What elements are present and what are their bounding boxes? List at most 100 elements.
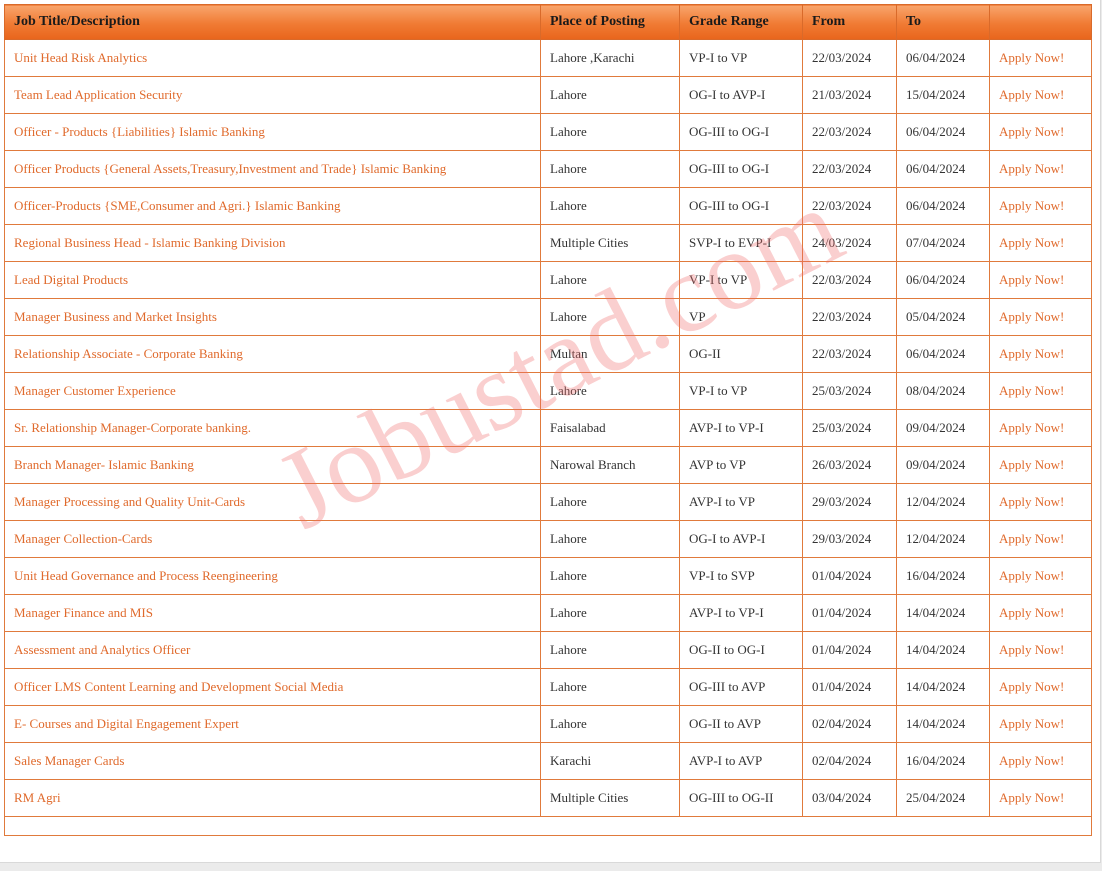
apply-now-link[interactable]: Apply Now! — [989, 76, 1092, 114]
apply-now-link[interactable]: Apply Now! — [989, 705, 1092, 743]
to-date: 14/04/2024 — [896, 705, 990, 743]
job-title-link[interactable]: Regional Business Head - Islamic Banking… — [4, 224, 541, 262]
apply-now-link[interactable]: Apply Now! — [989, 39, 1092, 77]
apply-now-link[interactable]: Apply Now! — [989, 113, 1092, 151]
table-row: Unit Head Risk Analytics Lahore ,Karachi V… — [4, 39, 1092, 77]
table-row: Sr. Relationship Manager-Corporate banki… — [4, 409, 1092, 447]
place-of-posting: Lahore — [540, 150, 680, 188]
job-title-link[interactable]: Officer Products {General Assets,Treasur… — [4, 150, 541, 188]
to-date: 12/04/2024 — [896, 483, 990, 521]
place-of-posting: Lahore — [540, 76, 680, 114]
empty-cell — [4, 816, 1092, 836]
to-date: 06/04/2024 — [896, 335, 990, 373]
job-title-link[interactable]: Officer - Products {Liabilities} Islamic… — [4, 113, 541, 151]
job-title-link[interactable]: Manager Business and Market Insights — [4, 298, 541, 336]
apply-now-link[interactable]: Apply Now! — [989, 742, 1092, 780]
job-title-link[interactable]: Sales Manager Cards — [4, 742, 541, 780]
grade-range: OG-III to OG-I — [679, 150, 803, 188]
job-title-link[interactable]: Officer-Products {SME,Consumer and Agri.… — [4, 187, 541, 225]
empty-row — [4, 816, 1092, 836]
job-title-link[interactable]: Relationship Associate - Corporate Banki… — [4, 335, 541, 373]
from-date: 29/03/2024 — [802, 483, 897, 521]
apply-now-link[interactable]: Apply Now! — [989, 335, 1092, 373]
job-title-link[interactable]: Manager Processing and Quality Unit-Card… — [4, 483, 541, 521]
grade-range: VP-I to SVP — [679, 557, 803, 595]
place-of-posting: Lahore — [540, 261, 680, 299]
job-title-link[interactable]: Manager Customer Experience — [4, 372, 541, 410]
to-date: 25/04/2024 — [896, 779, 990, 817]
apply-now-link[interactable]: Apply Now! — [989, 409, 1092, 447]
apply-now-link[interactable]: Apply Now! — [989, 668, 1092, 706]
grade-range: AVP-I to VP-I — [679, 594, 803, 632]
job-title-link[interactable]: Team Lead Application Security — [4, 76, 541, 114]
to-date: 16/04/2024 — [896, 742, 990, 780]
table-row: Officer-Products {SME,Consumer and Agri.… — [4, 187, 1092, 225]
place-of-posting: Lahore — [540, 372, 680, 410]
header-action — [989, 4, 1092, 40]
grade-range: VP — [679, 298, 803, 336]
header-to[interactable]: To — [896, 4, 990, 40]
to-date: 12/04/2024 — [896, 520, 990, 558]
table-row: Relationship Associate - Corporate Banki… — [4, 335, 1092, 373]
place-of-posting: Multiple Cities — [540, 779, 680, 817]
apply-now-link[interactable]: Apply Now! — [989, 372, 1092, 410]
apply-now-link[interactable]: Apply Now! — [989, 298, 1092, 336]
apply-now-link[interactable]: Apply Now! — [989, 187, 1092, 225]
table-row: Manager Processing and Quality Unit-Card… — [4, 483, 1092, 521]
job-title-link[interactable]: Manager Collection-Cards — [4, 520, 541, 558]
to-date: 06/04/2024 — [896, 187, 990, 225]
to-date: 08/04/2024 — [896, 372, 990, 410]
job-title-link[interactable]: Officer LMS Content Learning and Develop… — [4, 668, 541, 706]
job-title-link[interactable]: E- Courses and Digital Engagement Expert — [4, 705, 541, 743]
apply-now-link[interactable]: Apply Now! — [989, 520, 1092, 558]
apply-now-link[interactable]: Apply Now! — [989, 446, 1092, 484]
grade-range: OG-III to OG-I — [679, 113, 803, 151]
apply-now-link[interactable]: Apply Now! — [989, 779, 1092, 817]
from-date: 22/03/2024 — [802, 113, 897, 151]
from-date: 26/03/2024 — [802, 446, 897, 484]
to-date: 05/04/2024 — [896, 298, 990, 336]
apply-now-link[interactable]: Apply Now! — [989, 261, 1092, 299]
grade-range: OG-II — [679, 335, 803, 373]
job-title-link[interactable]: Assessment and Analytics Officer — [4, 631, 541, 669]
from-date: 22/03/2024 — [802, 261, 897, 299]
jobs-table: Job Title/Description Place of Posting G… — [4, 4, 1092, 836]
header-grade-range[interactable]: Grade Range — [679, 4, 803, 40]
from-date: 24/03/2024 — [802, 224, 897, 262]
apply-now-link[interactable]: Apply Now! — [989, 224, 1092, 262]
job-title-link[interactable]: Sr. Relationship Manager-Corporate banki… — [4, 409, 541, 447]
jobs-table-header: Job Title/Description Place of Posting G… — [4, 4, 1092, 40]
to-date: 14/04/2024 — [896, 668, 990, 706]
grade-range: AVP-I to AVP — [679, 742, 803, 780]
from-date: 25/03/2024 — [802, 409, 897, 447]
table-row: Manager Finance and MIS Lahore AVP-I to VP… — [4, 594, 1092, 632]
to-date: 14/04/2024 — [896, 594, 990, 632]
place-of-posting: Lahore — [540, 631, 680, 669]
table-row: Regional Business Head - Islamic Banking… — [4, 224, 1092, 262]
apply-now-link[interactable]: Apply Now! — [989, 631, 1092, 669]
place-of-posting: Lahore — [540, 113, 680, 151]
to-date: 06/04/2024 — [896, 39, 990, 77]
grade-range: AVP-I to VP — [679, 483, 803, 521]
job-title-link[interactable]: Branch Manager- Islamic Banking — [4, 446, 541, 484]
job-title-link[interactable]: Unit Head Risk Analytics — [4, 39, 541, 77]
place-of-posting: Multan — [540, 335, 680, 373]
from-date: 03/04/2024 — [802, 779, 897, 817]
apply-now-link[interactable]: Apply Now! — [989, 150, 1092, 188]
place-of-posting: Lahore ,Karachi — [540, 39, 680, 77]
job-title-link[interactable]: Lead Digital Products — [4, 261, 541, 299]
header-place-of-posting[interactable]: Place of Posting — [540, 4, 680, 40]
job-title-link[interactable]: Unit Head Governance and Process Reengin… — [4, 557, 541, 595]
job-title-link[interactable]: RM Agri — [4, 779, 541, 817]
table-row: E- Courses and Digital Engagement Expert… — [4, 705, 1092, 743]
apply-now-link[interactable]: Apply Now! — [989, 594, 1092, 632]
job-title-link[interactable]: Manager Finance and MIS — [4, 594, 541, 632]
from-date: 02/04/2024 — [802, 742, 897, 780]
apply-now-link[interactable]: Apply Now! — [989, 557, 1092, 595]
place-of-posting: Lahore — [540, 483, 680, 521]
header-job-title[interactable]: Job Title/Description — [4, 4, 541, 40]
apply-now-link[interactable]: Apply Now! — [989, 483, 1092, 521]
table-row: Sales Manager Cards Karachi AVP-I to AVP 02… — [4, 742, 1092, 780]
header-from[interactable]: From — [802, 4, 897, 40]
table-row: Assessment and Analytics Officer Lahore OG… — [4, 631, 1092, 669]
